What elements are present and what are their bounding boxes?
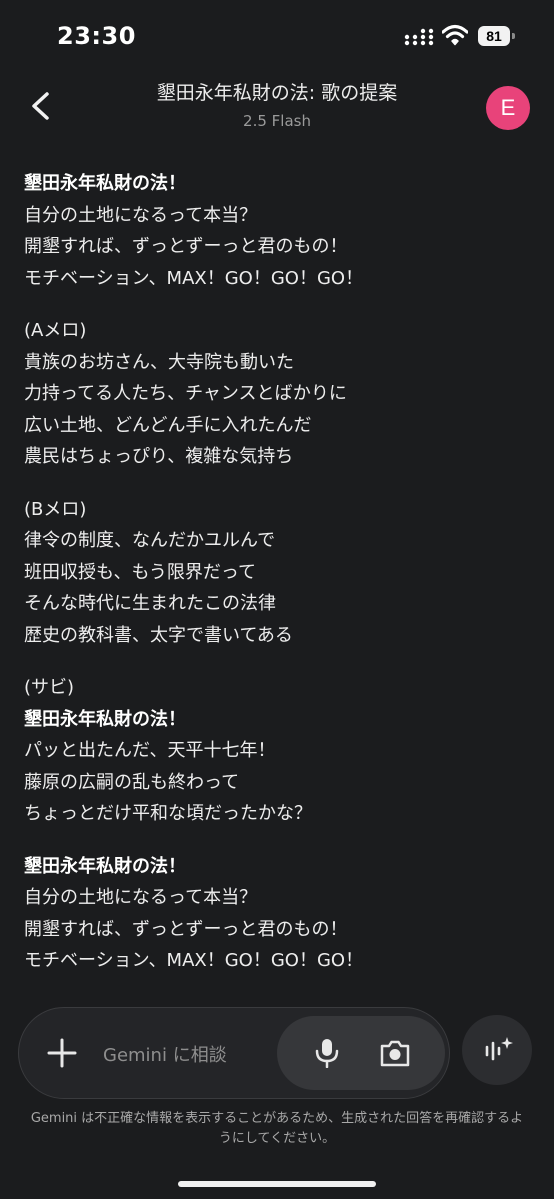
- lyric-line: 墾田永年私財の法！: [24, 173, 186, 194]
- lyric-line: 自分の土地になるって本当？: [24, 887, 258, 908]
- lyric-line: 歴史の教科書、太字で書いてある: [24, 624, 293, 646]
- battery-level: 81: [478, 26, 510, 46]
- plus-icon[interactable]: [45, 1036, 79, 1070]
- input-area: Gemini に相談 Gemini は不正確な情報を表示することがあるため、生成…: [0, 985, 554, 1199]
- home-indicator[interactable]: [178, 1181, 376, 1187]
- lyric-line: 貴族のお坊さん、大寺院も動いた: [24, 351, 294, 373]
- microphone-icon[interactable]: [313, 1038, 341, 1068]
- stanza: (サビ) 墾田永年私財の法！ パッと出たんだ、天平十七年！ 藤原の広嗣の乱も終わってち…: [24, 672, 534, 830]
- lyric-line: (サビ): [24, 677, 75, 698]
- model-label[interactable]: 2.5 Flash: [0, 112, 554, 130]
- lyric-line: パッと出たんだ、天平十七年！: [24, 740, 276, 761]
- lyric-line: 墾田永年私財の法！: [24, 855, 186, 877]
- stanza: (Bメロ) 律令の制度、なんだかユルんで 班田収授も、もう限界だって そんな時代に生ま…: [24, 494, 534, 652]
- media-buttons: [277, 1016, 445, 1090]
- prompt-input[interactable]: Gemini に相談: [103, 1041, 227, 1067]
- stanza: 墾田永年私財の法！ 自分の土地になるって本当？ 開墾すれば、ずっとずーっと君のもの！…: [24, 851, 534, 977]
- wifi-icon: [442, 24, 468, 46]
- lyric-line: 律令の制度、なんだかユルんで: [24, 530, 276, 551]
- lyric-line: 開墾すれば、ずっとずーっと君のもの！: [24, 918, 348, 940]
- lyric-line: 開墾すれば、ずっとずーっと君のもの！: [24, 236, 348, 257]
- lyric-line: モチベーション、MAX！GO！GO！GO！: [24, 950, 364, 971]
- lyric-line: ちょっとだけ平和な頃だったかな？: [24, 803, 312, 824]
- voice-chat-button[interactable]: [462, 1015, 532, 1085]
- lyric-line: 力持ってる人たち、チャンスとばかりに: [24, 383, 347, 404]
- sparkle-waveform-icon: [485, 1037, 513, 1061]
- battery-indicator: 81: [478, 26, 516, 46]
- chat-header: 墾田永年私財の法: 歌の提案 2.5 Flash E: [0, 72, 554, 142]
- avatar[interactable]: E: [486, 86, 530, 130]
- lyric-line: 藤原の広嗣の乱も終わって: [24, 771, 240, 793]
- chat-title[interactable]: 墾田永年私財の法: 歌の提案: [0, 78, 554, 105]
- prompt-bar[interactable]: Gemini に相談: [18, 1007, 450, 1099]
- lyric-line: 班田収授も、もう限界だって: [24, 561, 257, 583]
- lyric-line: 農民はちょっぴり、複雑な気持ち: [24, 446, 294, 467]
- lyric-line: (Bメロ): [24, 498, 87, 520]
- cellular-signal-icon: [404, 28, 434, 46]
- response-content: 墾田永年私財の法！ 自分の土地になるって本当？ 開墾すれば、ずっとずーっと君のもの！…: [24, 168, 534, 998]
- stanza: (Aメロ) 貴族のお坊さん、大寺院も動いた力持ってる人たち、チャンスとばかりに 広い…: [24, 315, 534, 473]
- lyric-line: 広い土地、どんどん手に入れたんだ: [24, 414, 312, 436]
- status-time: 23:30: [57, 22, 136, 50]
- camera-icon[interactable]: [379, 1038, 411, 1068]
- lyric-line: 自分の土地になるって本当？: [24, 204, 258, 226]
- status-bar: 23:30 81: [0, 0, 554, 72]
- lyric-line: (Aメロ): [24, 320, 87, 341]
- lyric-line: 墾田永年私財の法！: [24, 708, 186, 730]
- battery-tip: [512, 33, 515, 39]
- lyric-line: モチベーション、MAX！GO！GO！GO！: [24, 267, 364, 289]
- stanza: 墾田永年私財の法！ 自分の土地になるって本当？ 開墾すれば、ずっとずーっと君のもの！…: [24, 168, 534, 294]
- disclaimer-text: Gemini は不正確な情報を表示することがあるため、生成された回答を再確認する…: [30, 1111, 524, 1146]
- lyric-line: そんな時代に生まれたこの法律: [24, 593, 276, 614]
